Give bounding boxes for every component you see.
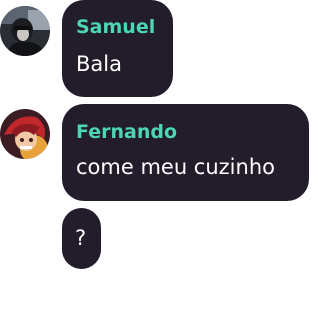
avatar-fernando[interactable] [0,109,50,159]
sender-name[interactable]: Samuel [76,16,155,38]
message-text: ? [75,226,87,250]
sender-name[interactable]: Fernando [76,121,177,143]
red-anime-character-avatar-icon [0,109,50,159]
avatar-samuel[interactable] [0,6,50,56]
message-bubble[interactable]: Fernando come meu cuzinho [62,104,309,201]
message-bubble[interactable]: Samuel Bala [62,0,173,97]
message-bubble[interactable]: ? [62,208,101,269]
message-text: come meu cuzinho [76,155,275,179]
message-text: Bala [76,52,122,76]
dark-figure-avatar-icon [0,6,50,56]
chat-conversation: Samuel Bala Fernando come meu cuzinho ? [0,0,309,320]
